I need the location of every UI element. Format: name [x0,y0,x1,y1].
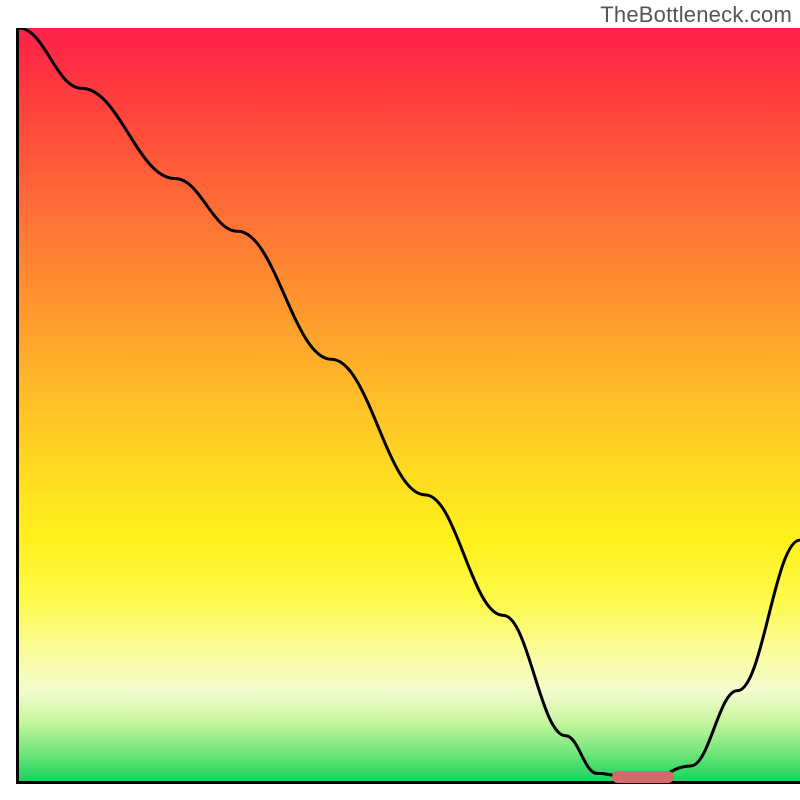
chart-container: TheBottleneck.com [0,0,800,800]
watermark-label: TheBottleneck.com [600,2,792,28]
optimal-range-marker [612,771,674,783]
plot-area [16,28,800,784]
bottleneck-curve [19,28,800,781]
